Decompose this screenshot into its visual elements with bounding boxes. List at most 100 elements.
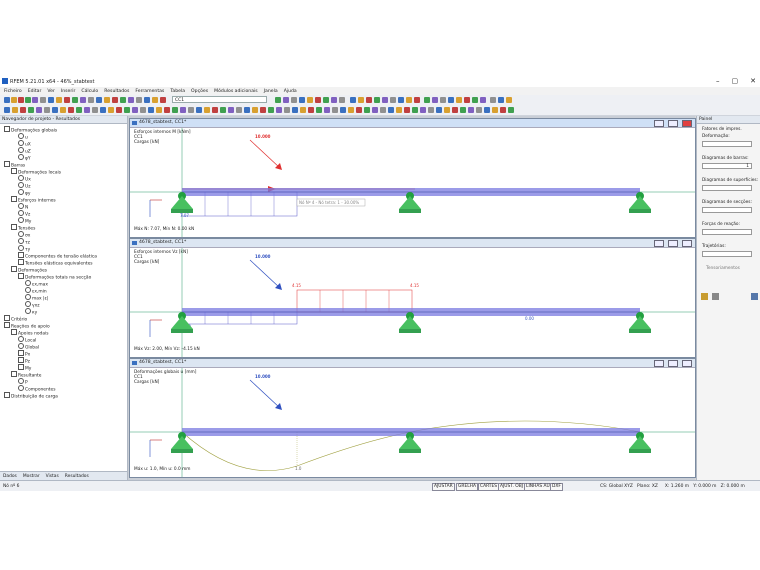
toolbar-button-icon[interactable]: [308, 107, 314, 113]
radio-icon[interactable]: [18, 175, 24, 181]
toolbar-button-icon[interactable]: [396, 107, 402, 113]
toolbar-button-icon[interactable]: [492, 107, 498, 113]
toolbar-button-icon[interactable]: [324, 107, 330, 113]
checkbox-icon[interactable]: [11, 224, 17, 230]
toolbar-button-icon[interactable]: [406, 97, 412, 103]
toolbar-button-icon[interactable]: [348, 107, 354, 113]
toolbar-button-icon[interactable]: [484, 107, 490, 113]
menu-item[interactable]: Ver: [47, 89, 55, 94]
radio-icon[interactable]: [25, 280, 31, 286]
object-snap-button[interactable]: AJUST. OBJ: [498, 483, 526, 491]
checkbox-icon[interactable]: [18, 357, 24, 363]
menu-item[interactable]: Tabela: [170, 89, 185, 94]
toolbar-button-icon[interactable]: [374, 97, 380, 103]
toolbar-button-icon[interactable]: [220, 107, 226, 113]
toolbar-button-icon[interactable]: [300, 107, 306, 113]
toolbar-button-icon[interactable]: [244, 107, 250, 113]
toolbar-button-icon[interactable]: [11, 97, 17, 103]
toolbar-button-icon[interactable]: [464, 97, 470, 103]
radio-icon[interactable]: [18, 343, 24, 349]
checkbox-icon[interactable]: [11, 168, 17, 174]
deformation-factor-input[interactable]: [702, 141, 752, 147]
toolbar-button-icon[interactable]: [508, 107, 514, 113]
toolbar-button-icon[interactable]: [88, 97, 94, 103]
checkbox-icon[interactable]: [4, 126, 10, 132]
radio-icon[interactable]: [18, 238, 24, 244]
toolbar-button-icon[interactable]: [428, 107, 434, 113]
trajectory-factor-input[interactable]: [702, 251, 752, 257]
toolbar-button-icon[interactable]: [476, 107, 482, 113]
radio-icon[interactable]: [18, 245, 24, 251]
window-minimize-button[interactable]: [654, 120, 664, 127]
result-window[interactable]: 4678_stabtest, CC1* Deformações globais u…: [129, 358, 696, 478]
toolbar-button-icon[interactable]: [292, 107, 298, 113]
toolbar-button-icon[interactable]: [284, 107, 290, 113]
radio-icon[interactable]: [18, 231, 24, 237]
toolbar-button-icon[interactable]: [4, 107, 10, 113]
window-restore-button[interactable]: [668, 240, 678, 247]
toolbar-button-icon[interactable]: [64, 97, 70, 103]
toolbar-button-icon[interactable]: [460, 107, 466, 113]
minimize-button[interactable]: –: [716, 77, 720, 85]
toolbar-button-icon[interactable]: [152, 97, 158, 103]
tab-data[interactable]: Dados: [3, 474, 17, 479]
radio-icon[interactable]: [18, 385, 24, 391]
window-restore-button[interactable]: [668, 360, 678, 367]
toolbar-button-icon[interactable]: [356, 107, 362, 113]
radio-icon[interactable]: [18, 182, 24, 188]
tree-item[interactable]: Distribuição de carga: [4, 392, 58, 401]
text-icon[interactable]: [712, 293, 719, 300]
toolbar-button-icon[interactable]: [112, 97, 118, 103]
toolbar-button-icon[interactable]: [448, 97, 454, 103]
toolbar-button-icon[interactable]: [100, 107, 106, 113]
menu-item[interactable]: Editar: [28, 89, 42, 94]
toolbar-button-icon[interactable]: [472, 97, 478, 103]
menu-item[interactable]: Módulos adicionais: [214, 89, 258, 94]
toolbar-button-icon[interactable]: [456, 97, 462, 103]
radio-icon[interactable]: [25, 301, 31, 307]
toolbar-button-icon[interactable]: [204, 107, 210, 113]
toolbar-button-icon[interactable]: [498, 97, 504, 103]
radio-icon[interactable]: [25, 308, 31, 314]
toolbar-button-icon[interactable]: [80, 97, 86, 103]
toolbar-button-icon[interactable]: [160, 97, 166, 103]
toolbar-button-icon[interactable]: [444, 107, 450, 113]
result-window[interactable]: 4678_stabtest, CC1* Esforços internos Vz …: [129, 238, 696, 358]
toolbar-button-icon[interactable]: [358, 97, 364, 103]
toolbar-button-icon[interactable]: [382, 97, 388, 103]
toolbar-button-icon[interactable]: [92, 107, 98, 113]
checkbox-icon[interactable]: [11, 329, 17, 335]
tree-item[interactable]: Deformações globais: [4, 126, 57, 135]
reaction-factor-input[interactable]: [702, 229, 752, 235]
radio-icon[interactable]: [18, 154, 24, 160]
toolbar-button-icon[interactable]: [236, 107, 242, 113]
toolbar-button-icon[interactable]: [144, 97, 150, 103]
toolbar-button-icon[interactable]: [4, 97, 10, 103]
checkbox-icon[interactable]: [11, 266, 17, 272]
toolbar-button-icon[interactable]: [468, 107, 474, 113]
toolbar-button-icon[interactable]: [104, 97, 110, 103]
settings-icon[interactable]: [751, 293, 758, 300]
member-diagram-factor-input[interactable]: 1: [702, 163, 752, 169]
checkbox-icon[interactable]: [11, 196, 17, 202]
result-window-titlebar[interactable]: 4678_stabtest, CC1*: [130, 359, 695, 368]
radio-icon[interactable]: [18, 189, 24, 195]
radio-icon[interactable]: [25, 287, 31, 293]
structure-view[interactable]: 1.0 10.000: [130, 368, 695, 477]
toolbar-button-icon[interactable]: [420, 107, 426, 113]
menu-item[interactable]: Opções: [191, 89, 208, 94]
loadcase-combo[interactable]: CC1: [172, 96, 267, 103]
tab-views[interactable]: Vistas: [46, 474, 59, 479]
toolbar-button-icon[interactable]: [148, 107, 154, 113]
toolbar-button-icon[interactable]: [84, 107, 90, 113]
toolbar-button-icon[interactable]: [128, 97, 134, 103]
toolbar-button-icon[interactable]: [299, 97, 305, 103]
toolbar-button-icon[interactable]: [291, 97, 297, 103]
toolbar-button-icon[interactable]: [196, 107, 202, 113]
toolbar-button-icon[interactable]: [260, 107, 266, 113]
result-window-titlebar[interactable]: 4678_stabtest, CC1*: [130, 239, 695, 248]
toolbar-button-icon[interactable]: [490, 97, 496, 103]
toolbar-button-icon[interactable]: [132, 107, 138, 113]
toolbar-button-icon[interactable]: [412, 107, 418, 113]
toolbar-button-icon[interactable]: [36, 107, 42, 113]
